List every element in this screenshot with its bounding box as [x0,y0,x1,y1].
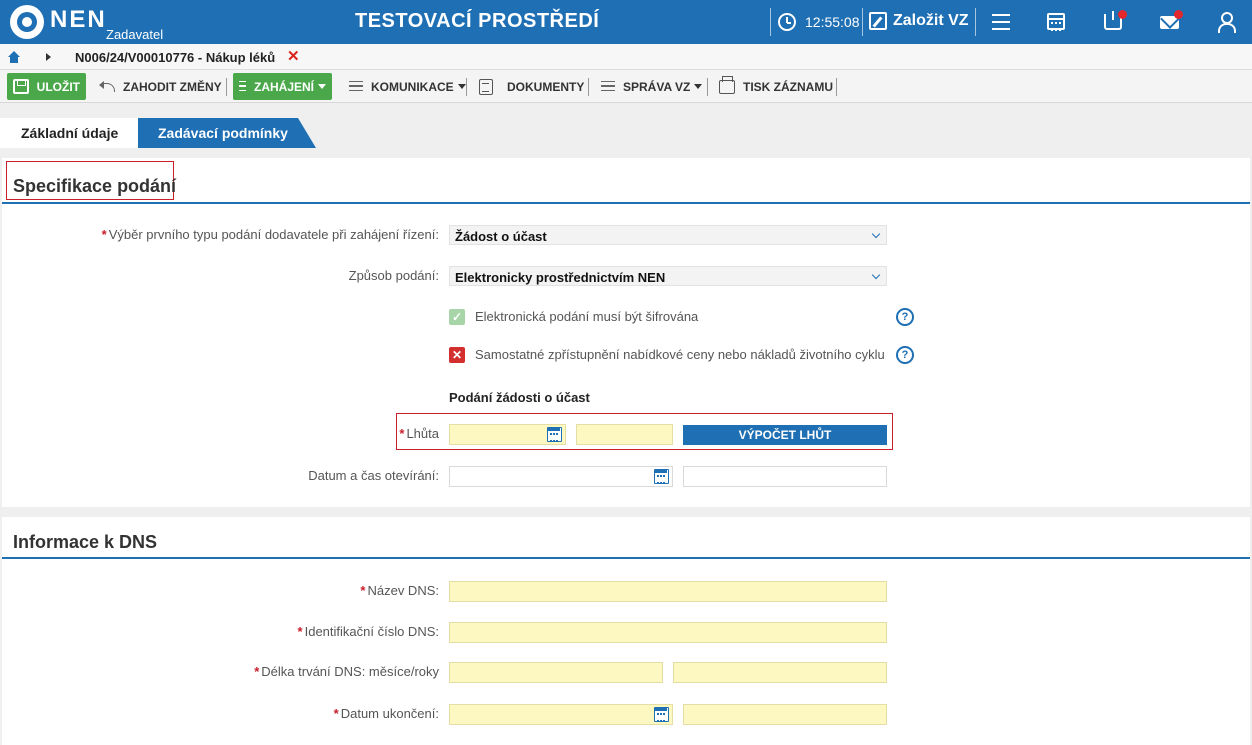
header-divider [770,8,771,36]
help-icon[interactable]: ? [896,308,914,326]
dns-id-input[interactable] [449,622,887,643]
session-clock: 12:55:08 [805,14,860,30]
mail-notification-badge [1174,10,1183,19]
help-icon[interactable]: ? [896,346,914,364]
first-type-select[interactable]: Žádost o účast [449,225,887,245]
method-select[interactable]: Elektronicky prostřednictvím NEN [449,266,887,286]
calculate-deadlines-button[interactable]: VÝPOČET LHŮT [683,425,887,445]
communication-dropdown-button[interactable]: KOMUNIKACE [349,73,466,100]
deadline-label: * Lhůta [399,426,439,441]
header-divider [975,8,976,36]
dns-duration-label: * Délka trvání DNS: měsíce/roky [254,664,439,679]
action-toolbar: ULOŽIT ZAHODIT ZMĚNY ZAHÁJENÍ KOMUNIKACE… [0,70,1252,103]
edit-icon[interactable] [869,12,887,30]
user-icon[interactable] [1217,12,1236,33]
discard-changes-button[interactable]: ZAHODIT ZMĚNY [99,73,222,100]
toolbar-divider [226,78,227,96]
dns-duration-years-input[interactable] [673,662,887,683]
subsection-heading: Podání žádosti o účast [449,390,590,405]
calendar-icon[interactable] [654,707,669,722]
dns-end-label: * Datum ukončení: [333,706,439,721]
print-record-label: TISK ZÁZNAMU [743,79,833,94]
header-divider [862,8,863,36]
document-icon [479,78,493,95]
inbox-notification-badge [1118,10,1127,19]
dns-id-label: * Identifikační číslo DNS: [297,624,439,639]
dns-end-date-input[interactable] [449,704,673,725]
start-label: ZAHÁJENÍ [253,79,314,94]
section-divider [2,557,1250,559]
toolbar-divider [707,78,708,96]
printer-icon [719,75,735,94]
dns-name-input[interactable] [449,581,887,602]
brand-name: NEN [50,6,107,33]
nen-logo-icon[interactable] [10,5,44,39]
deadline-time-input[interactable] [576,424,673,445]
section-title: Specifikace podání [13,176,177,196]
toolbar-divider [836,78,837,96]
communication-label: KOMUNIKACE [371,79,454,94]
method-label: Způsob podání: [348,268,439,283]
save-button[interactable]: ULOŽIT [7,73,86,100]
tab-tender-conditions[interactable]: Zadávací podmínky [138,118,316,148]
calendar-icon[interactable] [1047,13,1065,31]
dns-end-time-input[interactable] [683,704,887,725]
dns-duration-months-input[interactable] [449,662,663,683]
opening-time-input[interactable] [683,466,887,487]
calendar-icon[interactable] [654,469,669,484]
save-icon [13,79,29,94]
management-dropdown-button[interactable]: SPRÁVA VZ [601,73,703,100]
chevron-right-icon [46,53,51,61]
documents-button[interactable]: DOKUMENTY [479,73,584,100]
dns-name-label: * Název DNS: [360,583,439,598]
management-label: SPRÁVA VZ [623,79,691,94]
list-icon [239,80,246,93]
clock-icon [778,13,796,31]
brand-subtitle: Zadavatel [106,27,164,42]
list-icon [601,80,615,93]
caret-down-icon [318,84,326,89]
tab-bar: Základní údaje Zadávací podmínky [0,103,1252,148]
home-icon[interactable] [8,51,20,63]
separate-price-label: Samostatné zpřístupnění nabídkové ceny n… [475,347,885,362]
create-contract-button[interactable]: Založit VZ [893,12,969,30]
section-title: Informace k DNS [13,532,158,552]
undo-icon [99,80,115,93]
toolbar-divider [466,78,467,96]
documents-label: DOKUMENTY [507,79,585,94]
opening-label: Datum a čas otevírání: [308,468,439,483]
encrypted-checkbox[interactable]: ✓ [449,309,465,325]
print-record-button[interactable]: TISK ZÁZNAMU [719,73,833,100]
caret-down-icon [457,84,466,89]
list-icon [349,80,363,93]
section-divider [2,202,1250,204]
separate-price-checkbox[interactable]: ✕ [449,347,465,363]
toolbar-divider [588,78,589,96]
encrypted-label: Elektronická podání musí být šifrována [475,309,699,324]
first-type-label: * Výběr prvního typu podání dodavatele př… [101,227,439,242]
submission-spec-panel: Specifikace podání * Výběr prvního typu p… [2,158,1250,507]
dns-info-panel: Informace k DNS * Název DNS: * Identifikač… [2,517,1250,745]
environment-title: TESTOVACÍ PROSTŘEDÍ [355,10,600,32]
opening-date-input[interactable] [449,466,673,487]
start-dropdown-button[interactable]: ZAHÁJENÍ [233,73,332,100]
save-button-label: ULOŽIT [36,79,80,94]
breadcrumb-item[interactable]: N006/24/V00010776 - Nákup léků [75,50,275,65]
discard-changes-label: ZAHODIT ZMĚNY [123,79,222,94]
breadcrumb: N006/24/V00010776 - Nákup léků ✕ [0,44,1252,70]
tab-basic-info[interactable]: Základní údaje [0,118,138,148]
menu-icon[interactable] [992,14,1010,30]
calendar-icon[interactable] [547,427,562,442]
caret-down-icon [694,84,703,89]
close-icon[interactable]: ✕ [287,47,300,65]
top-header: NEN Zadavatel TESTOVACÍ PROSTŘEDÍ 12:55:… [0,0,1252,44]
